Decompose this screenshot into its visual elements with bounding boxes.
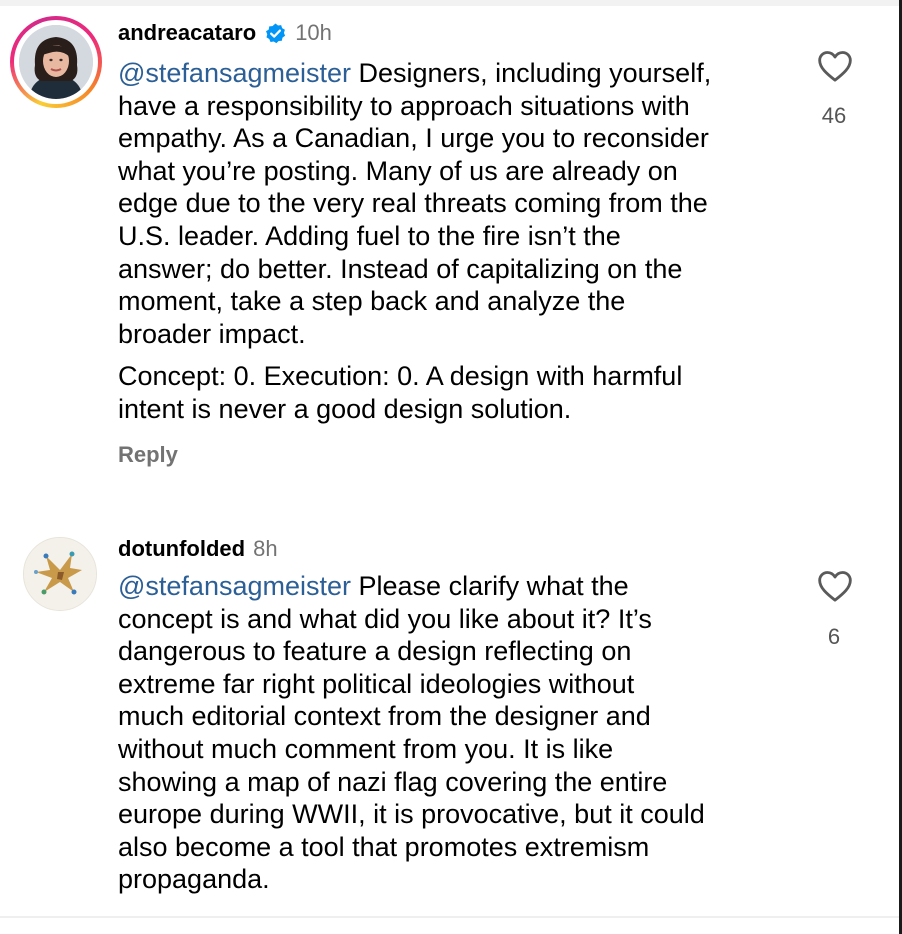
comment-text: @stefansagmeister Please clarify what th… bbox=[118, 570, 798, 896]
username[interactable]: andreacataro bbox=[118, 20, 256, 46]
like-count[interactable]: 46 bbox=[804, 103, 864, 129]
comment-text-body: Designers, including yourself, have a re… bbox=[118, 58, 712, 349]
timestamp: 10h bbox=[295, 20, 332, 45]
like-count[interactable]: 6 bbox=[804, 624, 864, 650]
comment-text: @stefansagmeister Designers, including y… bbox=[118, 57, 798, 350]
comment-text-body: Please clarify what the concept is and w… bbox=[118, 571, 705, 895]
bottom-divider bbox=[0, 916, 902, 918]
comment-text-paragraph-2: Concept: 0. Execution: 0. A design with … bbox=[118, 361, 683, 424]
avatar[interactable] bbox=[23, 537, 97, 611]
avatar-photo bbox=[19, 25, 93, 99]
avatar-photo bbox=[23, 537, 97, 611]
mention-link[interactable]: @stefansagmeister bbox=[118, 58, 351, 88]
verified-badge-icon bbox=[264, 22, 287, 45]
heart-outline-icon[interactable] bbox=[815, 46, 855, 86]
timestamp: 8h bbox=[253, 536, 278, 561]
mention-link[interactable]: @stefansagmeister bbox=[118, 571, 351, 601]
heart-outline-icon[interactable] bbox=[815, 566, 855, 606]
comment-header: andreacataro 10h bbox=[118, 20, 332, 46]
comment-header: dotunfolded 8h bbox=[118, 536, 278, 562]
reply-button[interactable]: Reply bbox=[118, 442, 178, 468]
username[interactable]: dotunfolded bbox=[118, 536, 245, 562]
top-divider bbox=[0, 0, 902, 6]
avatar[interactable] bbox=[10, 16, 102, 108]
